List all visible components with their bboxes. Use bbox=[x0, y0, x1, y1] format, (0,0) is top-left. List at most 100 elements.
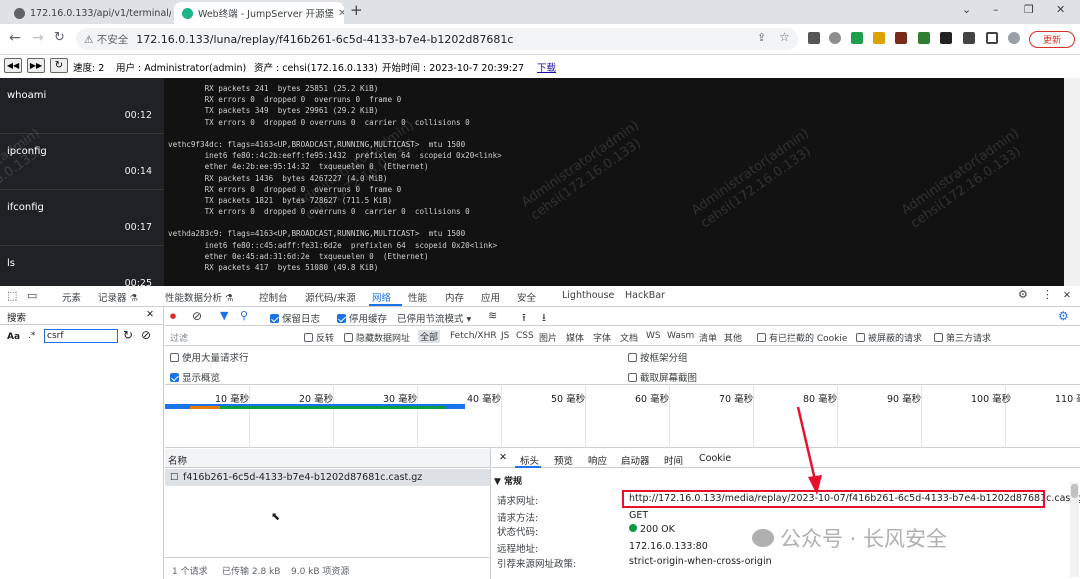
devtools-tab[interactable]: HackBar bbox=[625, 290, 665, 301]
share-icon[interactable]: ⇪ bbox=[757, 31, 766, 44]
close-icon[interactable]: ✕ bbox=[146, 309, 154, 320]
devtools-tab[interactable]: 网络 bbox=[372, 290, 391, 304]
omnibox[interactable]: ⚠ 不安全 172.16.0.133/luna/replay/f416b261-… bbox=[76, 28, 798, 50]
forward-icon[interactable]: → bbox=[32, 30, 44, 46]
invert-checkbox[interactable]: 反转 bbox=[304, 331, 334, 344]
filter-type-button[interactable]: 媒体 bbox=[566, 331, 584, 344]
record-icon[interactable]: ⏺ bbox=[170, 309, 176, 324]
extension-icon[interactable] bbox=[918, 32, 930, 44]
details-tab[interactable]: Cookie bbox=[699, 453, 731, 464]
details-tab[interactable]: 预览 bbox=[554, 453, 573, 467]
filter-type-button[interactable]: Fetch/XHR bbox=[450, 331, 497, 341]
restore-button[interactable]: ❐ bbox=[1024, 3, 1034, 16]
scroll-thumb[interactable] bbox=[1071, 484, 1078, 498]
filter-type-button[interactable]: 文档 bbox=[620, 331, 638, 344]
security-warning[interactable]: ⚠ 不安全 bbox=[84, 32, 128, 47]
extension-icon[interactable] bbox=[808, 32, 820, 44]
puzzle-icon[interactable] bbox=[963, 32, 975, 44]
devtools-tab[interactable]: Lighthouse bbox=[562, 290, 614, 301]
close-icon[interactable]: ✕ bbox=[499, 452, 507, 463]
group-by-frame-checkbox[interactable]: 按框架分组 bbox=[628, 350, 688, 364]
details-tab[interactable]: 响应 bbox=[588, 453, 607, 467]
sidepanel-icon[interactable] bbox=[986, 32, 998, 44]
clear-icon[interactable]: ⊘ bbox=[192, 309, 202, 323]
command-item[interactable]: ls 00:25 bbox=[0, 246, 164, 286]
inspect-icon[interactable]: ⬚ bbox=[7, 289, 17, 302]
device-toggle-icon[interactable]: ▭ bbox=[27, 289, 37, 302]
devtools-tab[interactable]: 性能数据分析 ⚗ bbox=[165, 290, 234, 304]
reload-icon[interactable]: ↻ bbox=[54, 30, 65, 45]
close-window-button[interactable]: ✕ bbox=[1056, 3, 1065, 16]
extension-icon[interactable] bbox=[873, 32, 885, 44]
show-overview-checkbox[interactable]: 显示概览 bbox=[170, 370, 220, 384]
filter-input[interactable]: 过滤 bbox=[170, 331, 188, 344]
devtools-tab[interactable]: 安全 bbox=[517, 290, 536, 304]
search-input[interactable]: csrf bbox=[44, 329, 118, 343]
filter-type-button[interactable]: 其他 bbox=[724, 331, 742, 344]
general-section-header[interactable]: ▼ 常规 bbox=[494, 474, 522, 487]
filter-type-button[interactable]: Wasm bbox=[667, 331, 694, 341]
more-icon[interactable]: ⋮ bbox=[1042, 288, 1053, 301]
filter-type-button[interactable]: CSS bbox=[516, 331, 534, 341]
close-icon[interactable]: ✕ bbox=[334, 8, 344, 19]
filter-type-button[interactable]: 清单 bbox=[699, 331, 717, 344]
filter-type-button[interactable]: 字体 bbox=[593, 331, 611, 344]
settings-icon[interactable]: ⚙ bbox=[1058, 309, 1069, 323]
filter-type-button[interactable]: JS bbox=[501, 331, 509, 341]
wifi-icon[interactable]: ≋ bbox=[488, 309, 497, 322]
terminal-replay[interactable]: RX packets 241 bytes 25851 (25.2 KiB) RX… bbox=[164, 78, 1064, 286]
search-icon[interactable]: ⚲ bbox=[240, 309, 248, 322]
rewind-button[interactable]: ◀◀ bbox=[4, 58, 22, 73]
devtools-tab[interactable]: 应用 bbox=[481, 290, 500, 304]
match-case-toggle[interactable]: Aa bbox=[7, 332, 20, 342]
close-icon[interactable]: ✕ bbox=[1063, 290, 1071, 301]
restart-button[interactable]: ↻ bbox=[50, 58, 68, 73]
update-button[interactable]: 更新 bbox=[1029, 31, 1075, 48]
back-icon[interactable]: ← bbox=[9, 30, 21, 46]
throttle-select[interactable]: 已停用节流模式 ▾ bbox=[397, 311, 471, 325]
hide-data-urls-checkbox[interactable]: 隐藏数据网址 bbox=[344, 331, 410, 344]
details-tab[interactable]: 启动器 bbox=[621, 453, 650, 467]
third-party-checkbox[interactable]: 第三方请求 bbox=[934, 331, 991, 344]
devtools-tab[interactable]: 内存 bbox=[445, 290, 464, 304]
bookmark-star-icon[interactable]: ☆ bbox=[779, 30, 790, 44]
download-icon[interactable]: ⭳ bbox=[542, 309, 546, 328]
filter-type-button[interactable]: 全部 bbox=[418, 330, 441, 343]
filter-type-button[interactable]: 图片 bbox=[539, 331, 557, 344]
details-tab[interactable]: 时间 bbox=[664, 453, 683, 467]
devtools-tab[interactable]: 控制台 bbox=[259, 290, 288, 304]
extension-icon[interactable] bbox=[940, 32, 952, 44]
extension-icon[interactable] bbox=[829, 32, 841, 44]
url-text[interactable]: 172.16.0.133/luna/replay/f416b261-6c5d-4… bbox=[136, 33, 513, 46]
filter-type-button[interactable]: WS bbox=[646, 331, 661, 341]
avatar[interactable] bbox=[1008, 32, 1020, 44]
refresh-icon[interactable]: ↻ bbox=[123, 328, 133, 342]
large-rows-checkbox[interactable]: 使用大量请求行 bbox=[170, 350, 249, 364]
devtools-tab[interactable]: 记录器 ⚗ bbox=[98, 290, 138, 304]
new-tab-button[interactable]: + bbox=[350, 1, 363, 19]
network-overview[interactable]: 10 毫秒 20 毫秒 30 毫秒 40 毫秒 50 毫秒 60 毫秒 70 毫秒 80 毫秒… bbox=[165, 386, 1080, 448]
download-link[interactable]: 下载 bbox=[537, 60, 556, 74]
upload-icon[interactable]: ⭱ bbox=[522, 309, 526, 328]
minimize-button[interactable]: – bbox=[993, 3, 999, 16]
tab-api-terminal[interactable]: 172.16.0.133/api/v1/terminal/s ✕ bbox=[6, 2, 171, 24]
tab-search-icon[interactable]: ⌄ bbox=[962, 3, 971, 16]
devtools-tab[interactable]: 源代码/来源 bbox=[305, 290, 356, 304]
blocked-requests-checkbox[interactable]: 被屏蔽的请求 bbox=[856, 331, 922, 344]
disable-cache-checkbox[interactable]: 停用缓存 bbox=[337, 311, 387, 325]
command-item[interactable]: whoami 00:12 bbox=[0, 78, 164, 134]
capture-screenshots-checkbox[interactable]: 截取屏幕截图 bbox=[628, 370, 697, 384]
table-row[interactable]: ☐ f416b261-6c5d-4133-b7e4-b1202d87681c.c… bbox=[165, 469, 490, 486]
preserve-log-checkbox[interactable]: 保留日志 bbox=[270, 311, 320, 325]
filter-icon[interactable]: ▼ bbox=[220, 309, 228, 322]
gear-icon[interactable]: ⚙ bbox=[1018, 288, 1028, 301]
tab-web-terminal[interactable]: Web终端 - JumpServer 开源堡 ✕ bbox=[174, 2, 344, 24]
details-tab[interactable]: 标头 bbox=[520, 453, 539, 467]
devtools-tab[interactable]: 性能 bbox=[408, 290, 427, 304]
devtools-tab[interactable]: 元素 bbox=[62, 290, 81, 304]
clear-icon[interactable]: ⊘ bbox=[141, 328, 151, 342]
name-column-header[interactable]: 名称 bbox=[165, 449, 490, 468]
extension-icon[interactable] bbox=[895, 32, 907, 44]
shield-icon[interactable] bbox=[851, 32, 863, 44]
forward-button[interactable]: ▶▶ bbox=[27, 58, 45, 73]
